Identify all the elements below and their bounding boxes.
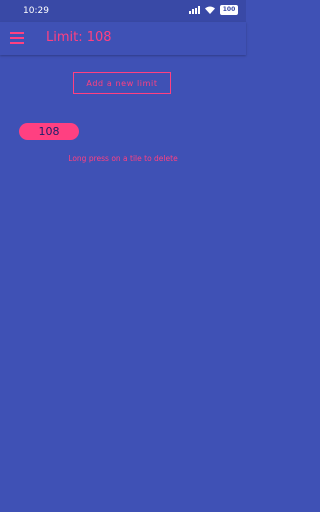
status-bar: 10:29 100: [0, 0, 246, 22]
app-bar: Limit: 108: [0, 22, 246, 55]
status-icons: 100: [189, 5, 238, 15]
page-title: Limit: 108: [46, 30, 112, 45]
delete-hint: Long press on a tile to delete: [68, 154, 178, 163]
add-limit-button[interactable]: Add a new limit: [73, 72, 171, 94]
signal-icon: [189, 6, 200, 14]
battery-icon: 100: [220, 5, 238, 15]
hamburger-menu-icon[interactable]: [10, 32, 24, 44]
status-time: 10:29: [23, 6, 49, 16]
wifi-icon: [205, 6, 215, 14]
battery-level: 100: [222, 6, 236, 13]
limit-tile[interactable]: 108: [19, 123, 79, 140]
